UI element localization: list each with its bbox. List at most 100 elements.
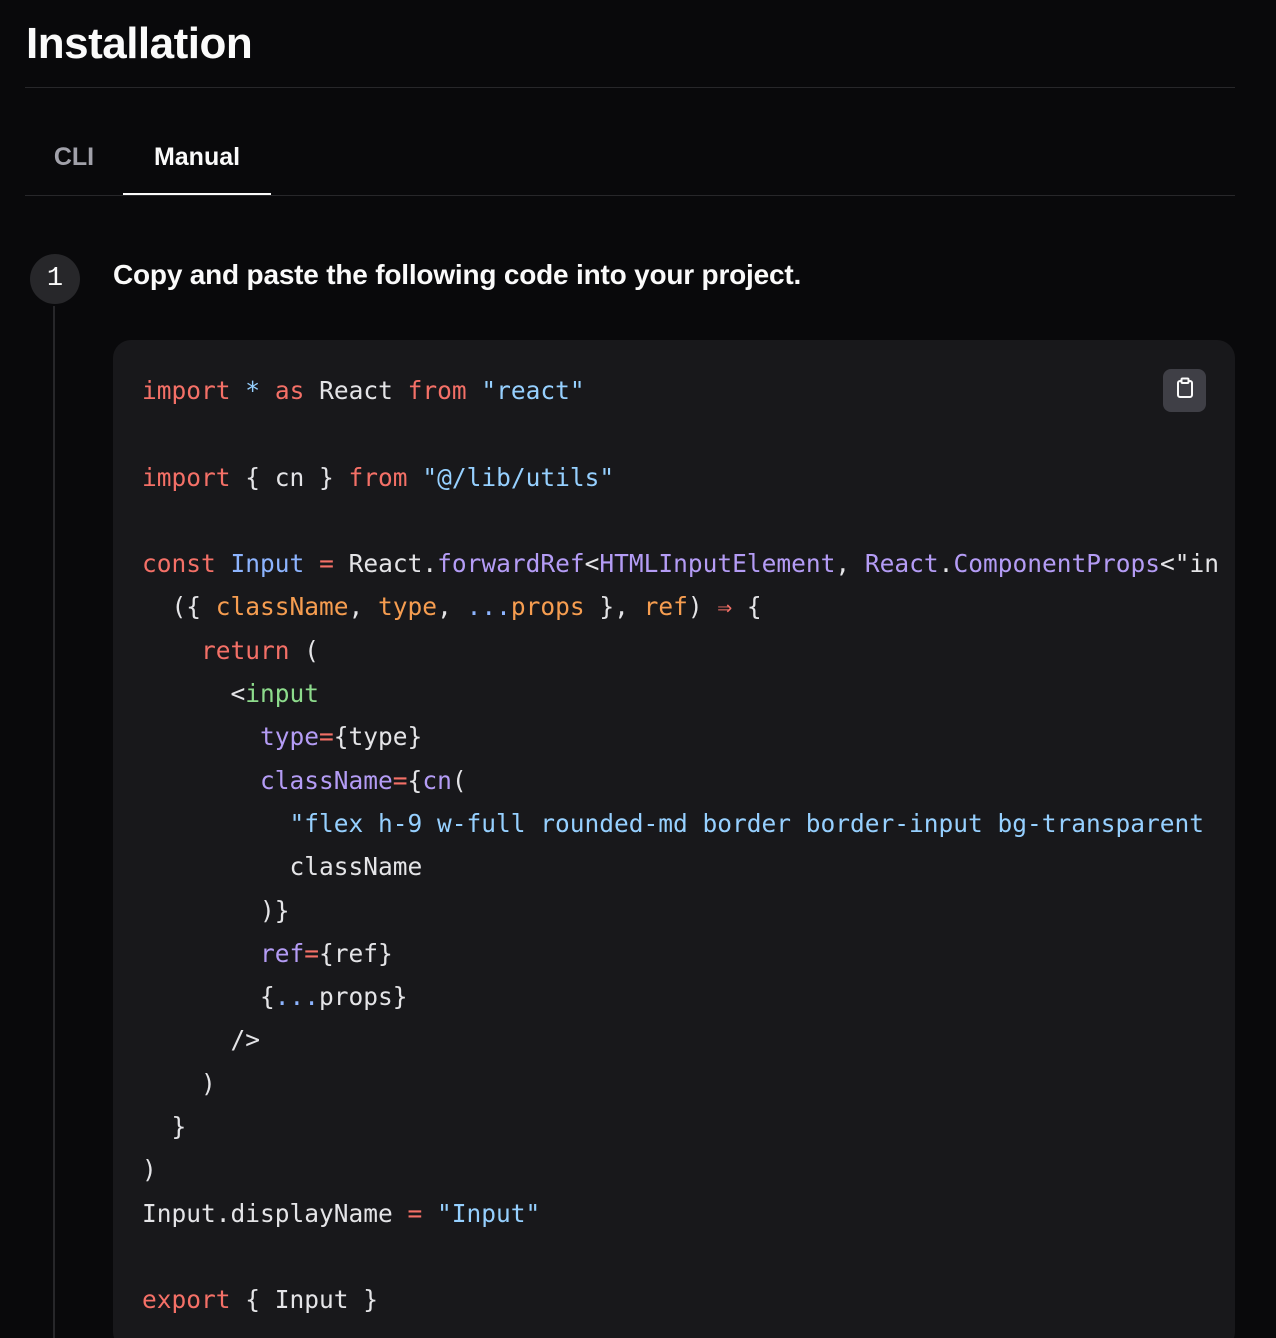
code-token: from [348,462,408,492]
code-token: } [142,1112,187,1142]
code-token: ref [643,592,688,622]
code-line: "flex h-9 w-full rounded-md border borde… [142,802,1219,845]
code-line: )} [142,889,1219,932]
code-token: { [732,592,762,622]
code-token: Input [230,549,305,579]
tab-cli[interactable]: CLI [25,118,123,196]
tab-bar: CLI Manual [25,118,1235,196]
code-token: ... [274,982,320,1012]
code-token: * [245,376,261,405]
code-line: ref={ref} [142,932,1219,975]
code-token: ComponentProps [953,549,1160,579]
code-token: ( [451,765,467,795]
code-token: , [348,592,379,622]
code-token: cn [422,765,452,795]
code-token: { [407,765,423,795]
code-token: ⇒ [717,592,733,622]
code-token: from [407,376,467,405]
code-token: /> [142,1025,261,1055]
code-line: ) [142,1062,1219,1105]
code-token: = [304,938,320,968]
code-token: "react" [481,376,585,405]
tab-manual[interactable]: Manual [123,118,271,196]
code-token: ) [687,592,718,622]
code-token: = [407,1198,423,1228]
code-line: return ( [142,629,1219,672]
code-token: , [437,592,467,622]
tabs-divider [25,195,1235,196]
code-block: import * as React from "react" import { c… [113,340,1235,1338]
code-token: "@/lib/utils" [422,462,615,492]
code-token: { [142,982,275,1012]
code-token: "Input" [437,1198,541,1228]
code-token: ({ [142,592,216,622]
code-token: { Input } [230,1285,379,1315]
code-token: export [142,1285,231,1315]
code-token: ) [142,1155,157,1185]
step-heading: Copy and paste the following code into y… [113,259,802,290]
code-token: className [215,592,349,622]
code-token: type [260,722,320,752]
code-line: Input.displayName = "Input" [142,1192,1219,1235]
code-line: className [142,845,1219,888]
code-line: import * as React from "react" [142,369,1219,412]
code-content: import * as React from "react" import { c… [142,369,1219,1322]
code-line: const Input = React.forwardRef<HTMLInput… [142,542,1219,585]
installation-page: Installation CLI Manual 1 Copy and paste… [0,0,1276,1338]
code-token: type [378,592,438,622]
code-token: "flex h-9 w-full rounded-md border borde… [289,808,1205,838]
title-divider [25,87,1235,88]
step-connector-line [53,306,55,1338]
code-token: < [142,679,246,709]
code-token: < [584,549,600,579]
code-token: { cn } [230,462,349,492]
code-token: as [274,376,305,405]
code-token: import [142,462,231,492]
code-token: React [304,376,408,405]
code-token: React. [333,549,438,579]
page-title: Installation [26,19,253,68]
code-line: className={cn( [142,759,1219,802]
code-token: forwardRef [437,549,585,579]
code-token: React [864,549,939,579]
code-token: const [142,549,216,579]
code-token: {ref} [319,938,393,968]
code-token: ) [142,1068,216,1098]
code-token: , [835,549,865,579]
code-token: return [201,635,290,665]
code-token: input [245,679,320,709]
code-token: props} [319,982,408,1012]
code-token: {type} [333,722,423,752]
code-token: import [142,376,231,405]
code-token: ( [289,635,320,665]
code-line: /> [142,1018,1219,1061]
code-token: = [319,549,334,579]
code-token: Input.displayName [142,1198,408,1228]
code-token: . [938,549,954,579]
code-line: import { cn } from "@/lib/utils" [142,456,1219,499]
code-token: = [392,765,408,795]
code-line: {...props} [142,975,1219,1018]
code-line: } [142,1105,1219,1148]
code-line: <input [142,672,1219,715]
code-line: export { Input } [142,1278,1219,1321]
code-token: className [142,852,423,882]
step-number-badge: 1 [30,254,80,304]
code-token: props [510,592,585,622]
code-token: ... [466,592,511,622]
code-token: }, [584,592,644,622]
code-line: ) [142,1148,1219,1191]
code-token: HTMLInputElement [599,549,836,579]
code-line: ({ className, type, ...props }, ref) ⇒ { [142,585,1219,628]
